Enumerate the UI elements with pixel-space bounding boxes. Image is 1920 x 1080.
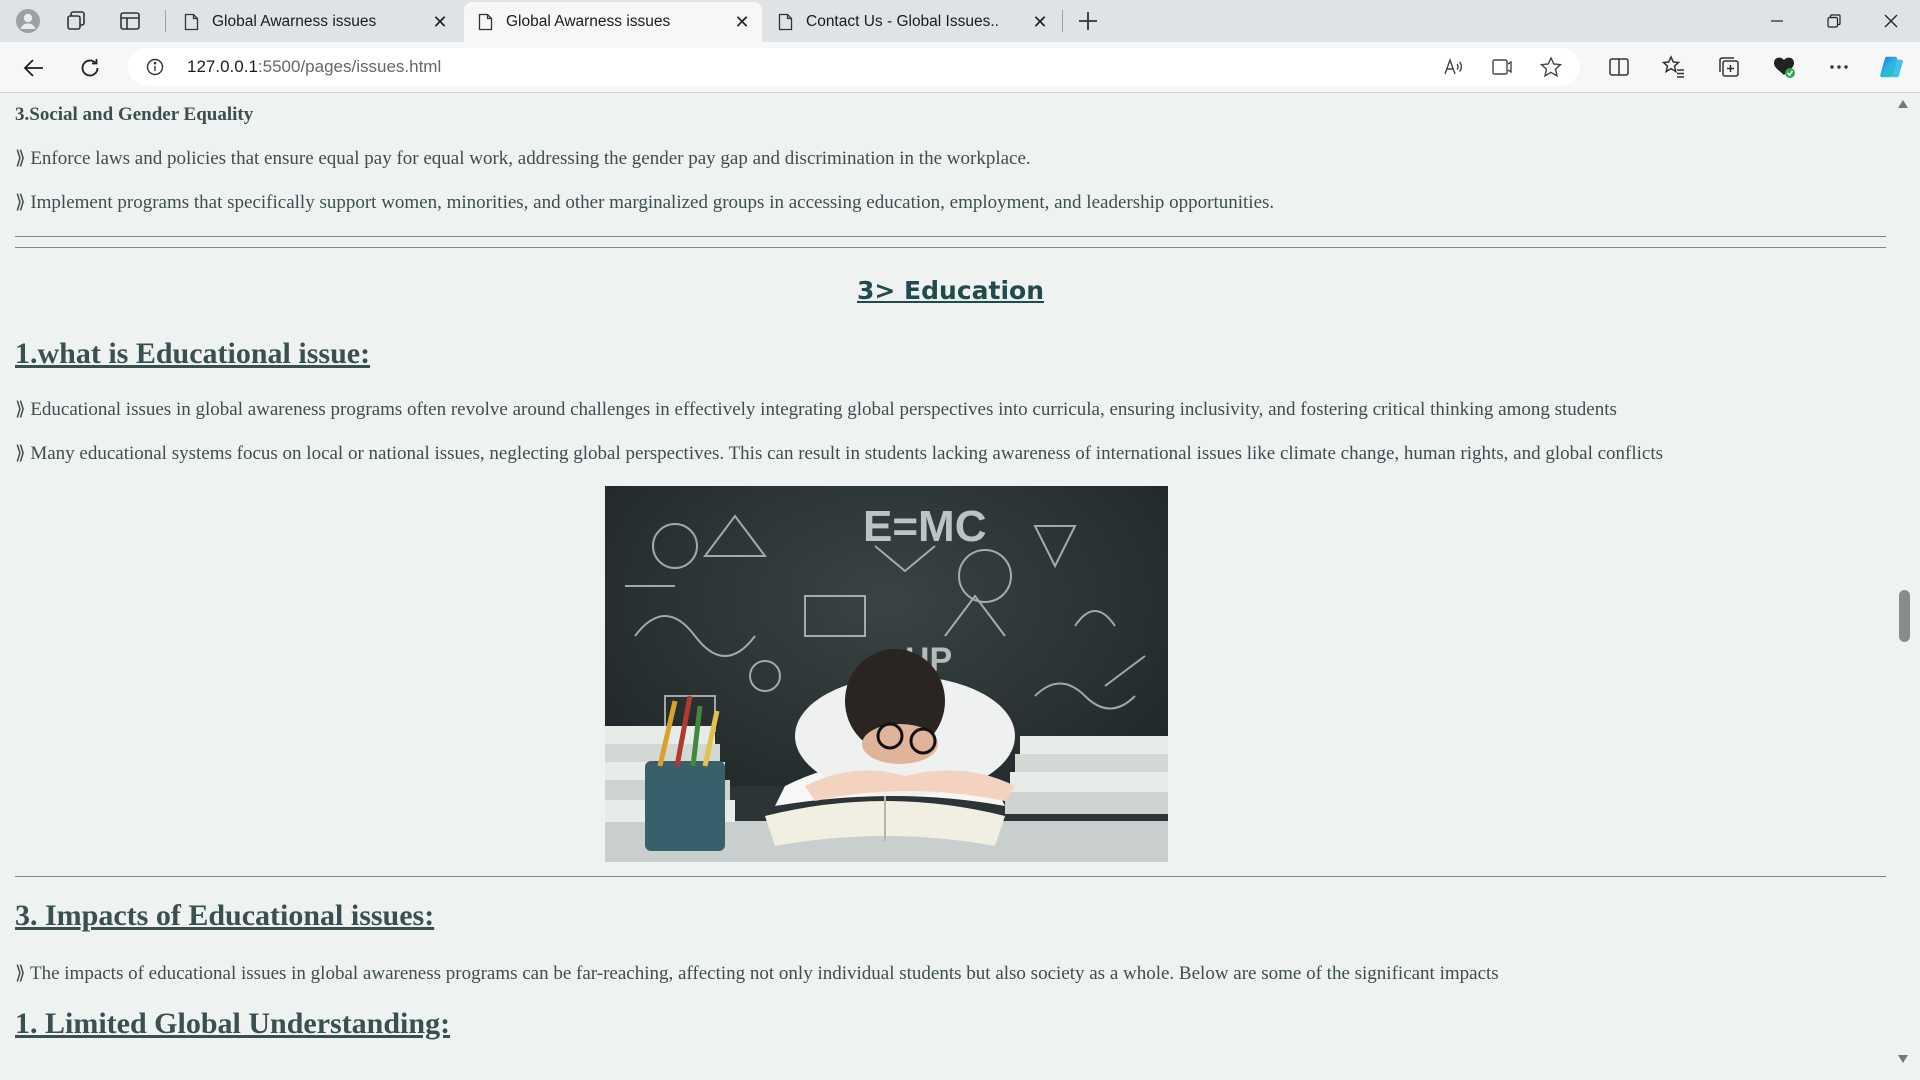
divider bbox=[15, 236, 1886, 237]
equality-point-2: ⟫ Implement programs that specifically s… bbox=[15, 192, 1275, 213]
minimize-button[interactable] bbox=[1752, 6, 1802, 36]
tab-title: Contact Us - Global Issues.. bbox=[806, 13, 999, 30]
profile-icon[interactable] bbox=[16, 9, 40, 33]
close-tab-icon[interactable]: ✕ bbox=[734, 13, 750, 31]
page-icon bbox=[778, 13, 793, 31]
url-path: :5500/pages/issues.html bbox=[257, 57, 442, 76]
favorites-icon[interactable] bbox=[1661, 54, 1687, 80]
tab-title: Global Awarness issues bbox=[506, 13, 671, 30]
tab-contact-us[interactable]: Contact Us - Global Issues.. ✕ bbox=[764, 2, 1060, 42]
close-window-button[interactable] bbox=[1866, 6, 1916, 36]
vertical-scrollbar[interactable] bbox=[1886, 93, 1920, 1080]
url-host: 127.0.0.1 bbox=[187, 57, 258, 76]
edu-point-2: ⟫ Many educational systems focus on loca… bbox=[15, 443, 1664, 464]
page-icon bbox=[184, 13, 199, 31]
tab-global-awarness-1[interactable]: Global Awarness issues ✕ bbox=[170, 2, 460, 42]
new-tab-icon[interactable] bbox=[1076, 9, 1100, 33]
url-text[interactable]: 127.0.0.1:5500/pages/issues.html bbox=[187, 57, 441, 77]
impacts-point: ⟫ The impacts of educational issues in g… bbox=[15, 963, 1499, 984]
copilot-icon[interactable] bbox=[1879, 54, 1905, 80]
heading-limited-global-understanding: 1. Limited Global Understanding: bbox=[15, 1007, 451, 1040]
refresh-button[interactable] bbox=[76, 54, 104, 82]
close-tab-icon[interactable]: ✕ bbox=[432, 13, 448, 31]
favorite-star-icon[interactable] bbox=[1540, 56, 1562, 78]
page-viewport: 3.Social and Gender Equality ⟫ Enforce l… bbox=[0, 93, 1886, 1080]
heading-what-is-educational-issue: 1.what is Educational issue: bbox=[15, 337, 371, 370]
education-image: E=MC HP bbox=[605, 486, 1168, 862]
edu-point-1: ⟫ Educational issues in global awareness… bbox=[15, 399, 1617, 420]
equality-point-1: ⟫ Enforce laws and policies that ensure … bbox=[15, 148, 1031, 169]
subheading-social-gender: 3.Social and Gender Equality bbox=[15, 104, 254, 125]
more-menu-icon[interactable] bbox=[1826, 54, 1852, 80]
tab-title: Global Awarness issues bbox=[212, 13, 377, 30]
collections-icon[interactable] bbox=[1716, 54, 1742, 80]
divider bbox=[15, 247, 1886, 248]
split-screen-icon[interactable] bbox=[1606, 54, 1632, 80]
scroll-up-arrow-icon[interactable] bbox=[1897, 99, 1909, 109]
tab-strip: Global Awarness issues ✕ Global Awarness… bbox=[0, 0, 1920, 42]
immersive-reader-icon[interactable] bbox=[1491, 56, 1513, 78]
read-aloud-icon[interactable] bbox=[1442, 56, 1464, 78]
page-icon bbox=[478, 13, 493, 31]
back-button[interactable] bbox=[20, 54, 48, 82]
address-bar[interactable]: 127.0.0.1:5500/pages/issues.html bbox=[128, 48, 1580, 86]
divider bbox=[15, 876, 1886, 877]
workspaces-icon[interactable] bbox=[64, 9, 88, 33]
extension-icon[interactable] bbox=[1771, 54, 1797, 80]
image-formula-text: E=MC bbox=[863, 502, 986, 551]
scrollbar-thumb[interactable] bbox=[1899, 590, 1910, 642]
close-tab-icon[interactable]: ✕ bbox=[1032, 13, 1048, 31]
vertical-tabs-icon[interactable] bbox=[118, 9, 142, 33]
info-icon[interactable] bbox=[146, 58, 164, 76]
tab-separator bbox=[165, 10, 166, 32]
scroll-down-arrow-icon[interactable] bbox=[1897, 1054, 1909, 1064]
heading-impacts-educational-issues: 3. Impacts of Educational issues: bbox=[15, 899, 435, 932]
restore-button[interactable] bbox=[1809, 6, 1859, 36]
browser-toolbar: 127.0.0.1:5500/pages/issues.html bbox=[0, 42, 1920, 93]
tab-separator bbox=[1062, 10, 1063, 32]
tab-global-awarness-active[interactable]: Global Awarness issues ✕ bbox=[464, 2, 762, 42]
section-title-education: 3> Education bbox=[857, 276, 1044, 305]
